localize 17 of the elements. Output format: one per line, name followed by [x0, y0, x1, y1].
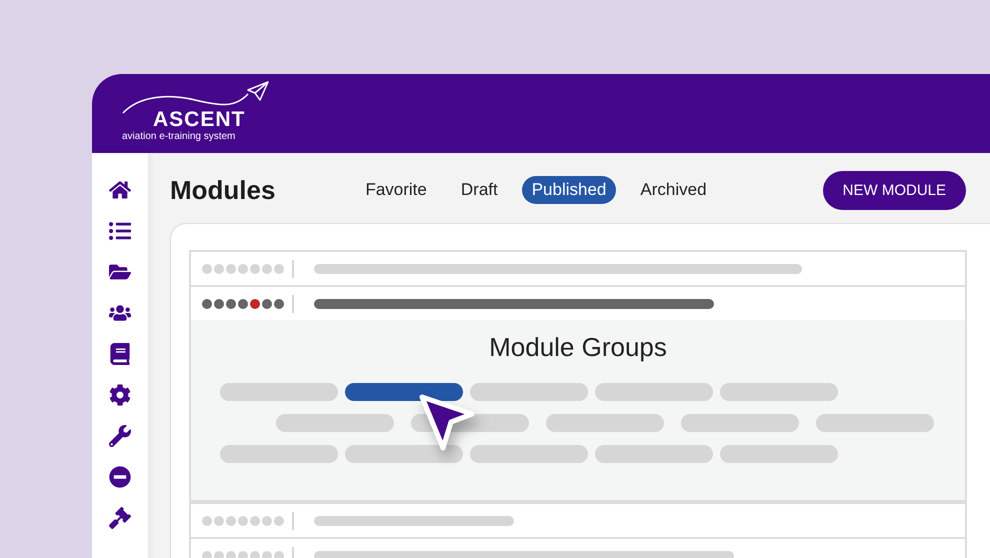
panel-title: Module Groups	[489, 332, 667, 363]
pointer-cursor-icon	[419, 394, 475, 452]
settings-icon[interactable]	[109, 384, 131, 406]
filter-tab[interactable]: Draft	[450, 176, 508, 204]
page-title: Modules	[170, 174, 276, 206]
logo-subtitle: aviation e-training system	[122, 131, 236, 143]
logo-title: ASCENT	[153, 109, 246, 131]
filter-tab[interactable]: Archived	[630, 176, 717, 204]
list-icon[interactable]	[109, 220, 131, 242]
book-icon[interactable]	[109, 343, 131, 365]
new-module-button[interactable]: NEW MODULE	[822, 170, 966, 210]
wrench-icon[interactable]	[109, 425, 131, 447]
group-chip[interactable]	[345, 383, 463, 401]
filter-tab[interactable]: Favorite	[355, 176, 437, 204]
gavel-icon[interactable]	[109, 507, 131, 529]
home-icon[interactable]	[109, 179, 131, 201]
filter-tab[interactable]: Published	[522, 176, 616, 204]
